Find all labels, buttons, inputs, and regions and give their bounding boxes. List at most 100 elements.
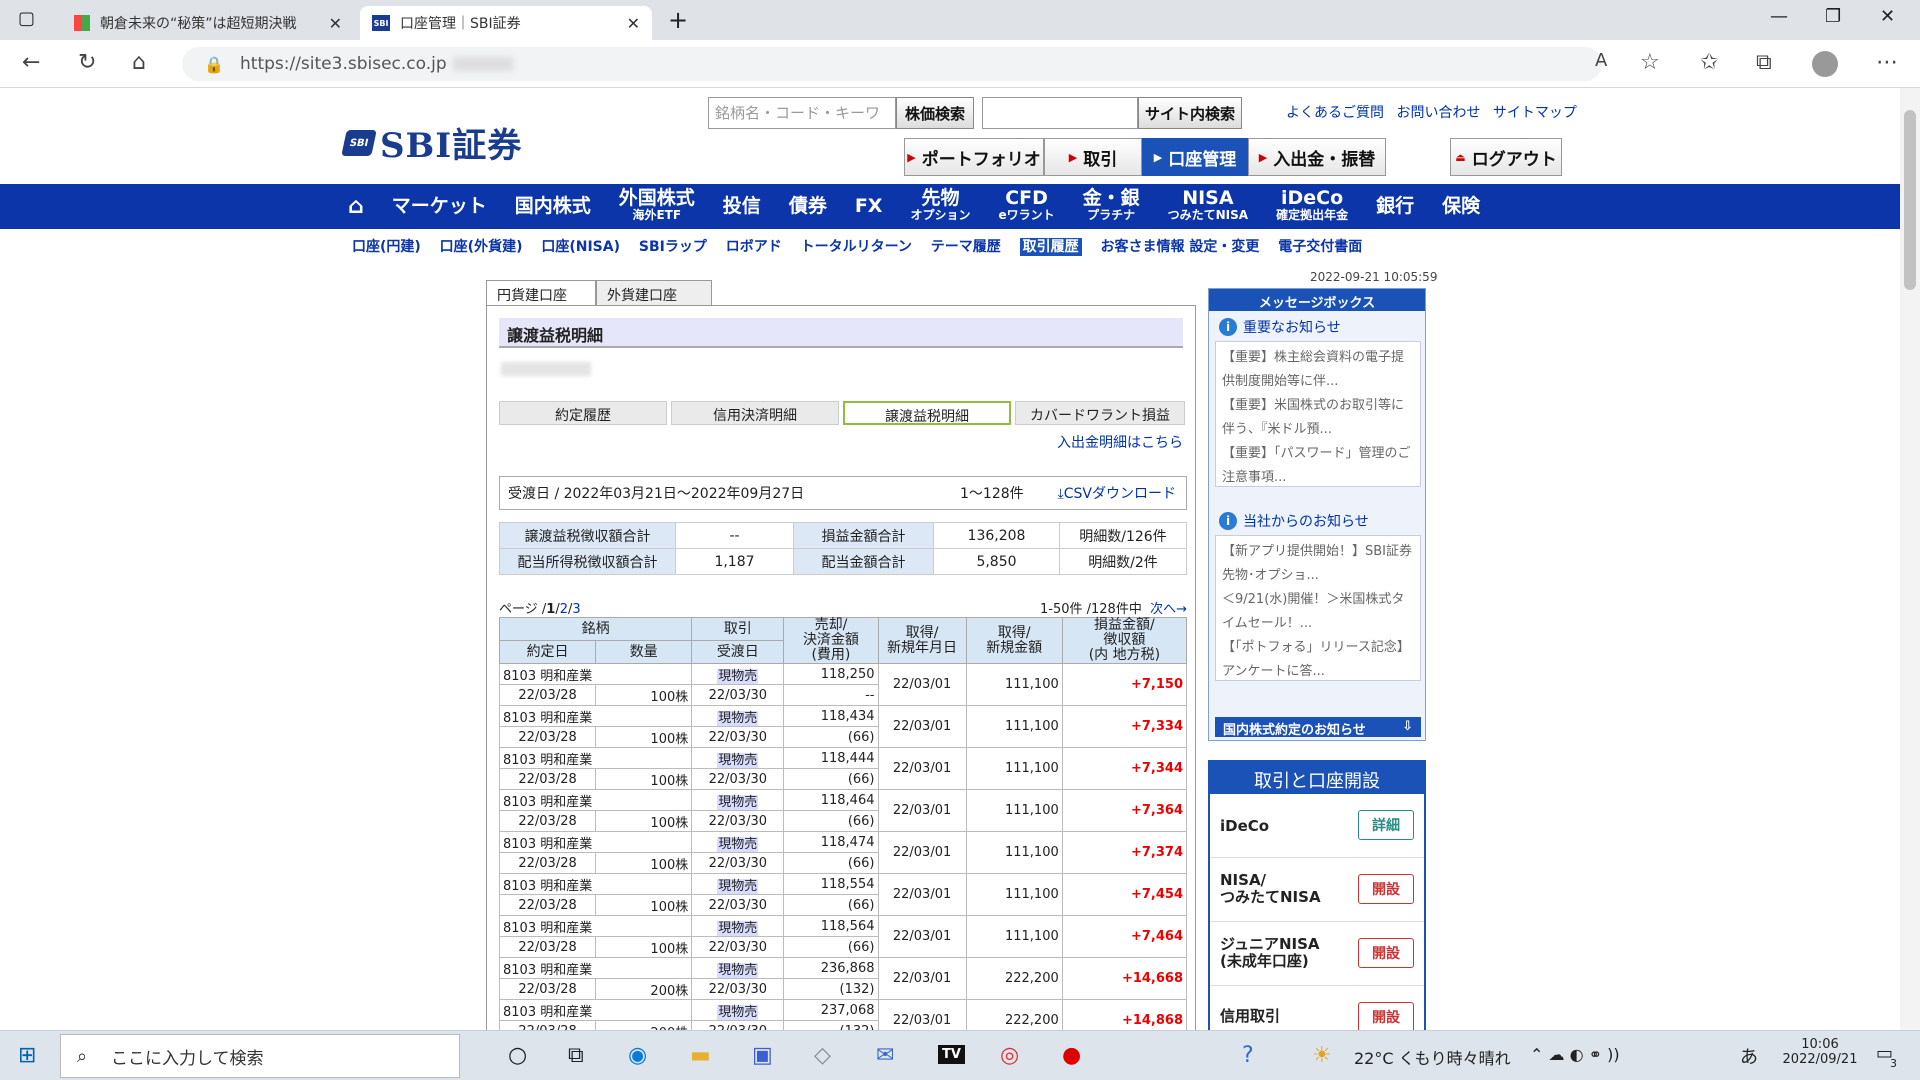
chrome-icon[interactable]: ◎ bbox=[1000, 1043, 1019, 1068]
edge-icon[interactable]: ◉ bbox=[628, 1043, 647, 1068]
trade-button[interactable]: ▶ 取引 bbox=[1044, 138, 1142, 176]
subnav-link[interactable]: 口座(外貨建) bbox=[440, 239, 523, 255]
site-search-input[interactable] bbox=[982, 97, 1138, 129]
gnav-item[interactable]: iDeCo 確定拠出年金 bbox=[1276, 188, 1348, 224]
tab-actions-icon[interactable]: ▢ bbox=[18, 8, 35, 29]
store-icon[interactable]: ▣ bbox=[752, 1043, 773, 1068]
gnav-item[interactable]: 銀行 bbox=[1376, 197, 1414, 216]
deposit-button[interactable]: ▶ 入出金・振替 bbox=[1248, 138, 1386, 176]
weather-text[interactable]: 22°C くもり時々晴れ bbox=[1354, 1045, 1511, 1069]
gnav-item[interactable]: NISA つみたてNISA bbox=[1168, 188, 1248, 224]
gnav-item[interactable]: 債券 bbox=[789, 197, 827, 216]
tradingview-icon[interactable]: TV bbox=[938, 1045, 965, 1064]
sbi-logo[interactable]: SBI SBI証券 bbox=[341, 118, 522, 167]
message-item[interactable]: 【重要】株主総会資料の電子提供制度開始等に伴... bbox=[1222, 346, 1414, 394]
subnav-link[interactable]: SBIラップ bbox=[639, 239, 707, 255]
new-tab-icon[interactable]: + bbox=[668, 6, 688, 34]
stock-name[interactable]: 8103 明和産業 bbox=[498, 747, 693, 769]
read-aloud-icon[interactable]: A bbox=[1595, 50, 1607, 71]
open-button[interactable]: 開設 bbox=[1358, 874, 1414, 904]
close-tab-icon[interactable]: ✕ bbox=[329, 14, 342, 33]
subtab-execution-history[interactable]: 約定履歴 bbox=[499, 401, 667, 425]
stock-name[interactable]: 8103 明和産業 bbox=[498, 957, 693, 979]
stock-name[interactable]: 8103 明和産業 bbox=[498, 789, 693, 811]
subnav-link[interactable]: 口座(NISA) bbox=[541, 239, 620, 255]
subnav-link[interactable]: テーマ履歴 bbox=[931, 239, 1001, 255]
favorite-icon[interactable]: ☆ bbox=[1640, 50, 1660, 75]
stock-search-input[interactable]: 銘柄名・コード・キーワ bbox=[708, 97, 896, 129]
pager-link[interactable]: 2 bbox=[560, 602, 568, 617]
browser-tab-2[interactable]: SBI 口座管理｜SBI証券 ✕ bbox=[360, 6, 652, 40]
gnav-item[interactable]: 国内株式 bbox=[515, 197, 591, 216]
open-button[interactable]: 開設 bbox=[1358, 938, 1414, 968]
pager-link[interactable]: 3 bbox=[572, 602, 580, 617]
explorer-icon[interactable]: ▬ bbox=[690, 1043, 711, 1068]
ime-indicator[interactable]: あ bbox=[1740, 1043, 1758, 1069]
portfolio-button[interactable]: ▶ ポートフォリオ bbox=[904, 138, 1044, 176]
profile-avatar[interactable] bbox=[1812, 51, 1838, 77]
subnav-link[interactable]: 電子交付書面 bbox=[1278, 239, 1362, 255]
message-item[interactable]: 【重要】「パスワード」管理のご注意事項... bbox=[1222, 442, 1414, 490]
gnav-item[interactable]: マーケット bbox=[392, 197, 487, 216]
stock-name[interactable]: 8103 明和産業 bbox=[498, 999, 693, 1021]
home-icon[interactable]: ⌂ bbox=[132, 50, 146, 75]
logout-button[interactable]: ⏏ ログアウト bbox=[1450, 138, 1562, 176]
subnav-link[interactable]: ロボアド bbox=[726, 239, 782, 255]
message-item[interactable]: 【新アプリ提供開始！】SBI証券 先物･オプショ... bbox=[1222, 540, 1414, 588]
important-link[interactable]: 重要なお知らせ bbox=[1243, 317, 1341, 337]
minimize-icon[interactable]: — bbox=[1770, 6, 1788, 27]
close-tab-icon[interactable]: ✕ bbox=[627, 14, 640, 33]
dropbox-icon[interactable]: ◇ bbox=[814, 1043, 831, 1068]
tab-yen-account[interactable]: 円貨建口座 bbox=[486, 280, 596, 306]
url-field[interactable]: 🔒 https://site3.sbisec.co.jp bbox=[182, 47, 1602, 81]
account-button[interactable]: ▶ 口座管理 bbox=[1142, 138, 1248, 176]
gnav-item[interactable]: 外国株式 海外ETF bbox=[619, 188, 695, 224]
page-scrollbar[interactable] bbox=[1900, 88, 1920, 1030]
app-icon[interactable]: ● bbox=[1062, 1043, 1081, 1068]
stock-name[interactable]: 8103 明和産業 bbox=[498, 663, 693, 685]
subnav-link-current[interactable]: 取引履歴 bbox=[1019, 238, 1082, 256]
stock-name[interactable]: 8103 明和産業 bbox=[498, 873, 693, 895]
tray-icons[interactable]: ⌃ ☁ ◐ ⚭ )) bbox=[1530, 1045, 1620, 1064]
open-button[interactable]: 開設 bbox=[1358, 1002, 1414, 1030]
favorites-list-icon[interactable]: ✩ bbox=[1700, 50, 1718, 75]
stock-name[interactable]: 8103 明和産業 bbox=[498, 831, 693, 853]
back-icon[interactable]: ← bbox=[22, 50, 40, 75]
site-search-button[interactable]: サイト内検索 bbox=[1138, 97, 1242, 129]
tab-foreign-account[interactable]: 外貨建口座 bbox=[596, 280, 712, 306]
stock-search-button[interactable]: 株価検索 bbox=[896, 97, 974, 129]
deposit-detail-link[interactable]: 入出金明細はこちら bbox=[1057, 432, 1183, 452]
gnav-item[interactable]: 金・銀 プラチナ bbox=[1083, 188, 1140, 224]
stock-name[interactable]: 8103 明和産業 bbox=[498, 915, 693, 937]
help-icon[interactable]: ? bbox=[1242, 1043, 1254, 1068]
cortana-icon[interactable]: ○ bbox=[508, 1043, 527, 1068]
subnav-link[interactable]: お客さま情報 設定・変更 bbox=[1101, 239, 1260, 255]
subtab-covered-warrant[interactable]: カバードワラント損益 bbox=[1015, 401, 1185, 425]
sitemap-link[interactable]: サイトマップ bbox=[1493, 105, 1577, 121]
company-link[interactable]: 当社からのお知らせ bbox=[1243, 511, 1369, 531]
faq-link[interactable]: よくあるご質問 bbox=[1286, 105, 1384, 121]
subnav-link[interactable]: 口座(円建) bbox=[352, 239, 421, 255]
gnav-item[interactable]: CFD eワラント bbox=[998, 188, 1054, 224]
subnav-link[interactable]: トータルリターン bbox=[801, 239, 912, 255]
clock[interactable]: 10:06 2022/09/21 bbox=[1780, 1037, 1860, 1067]
execution-notice-bar[interactable]: 国内株式約定のお知らせ ⇩ bbox=[1215, 717, 1421, 738]
windows-start-icon[interactable]: ⊞ bbox=[18, 1043, 36, 1068]
collections-icon[interactable]: ⧉ bbox=[1756, 50, 1772, 75]
close-window-icon[interactable]: ✕ bbox=[1880, 6, 1895, 27]
scrollbar-thumb[interactable] bbox=[1904, 110, 1916, 290]
csv-download-link[interactable]: ⤓CSVダウンロード bbox=[1058, 483, 1176, 503]
task-view-icon[interactable]: ⧉ bbox=[568, 1043, 584, 1068]
browser-tab-1[interactable]: 朝倉未来の“秘策”は超短期決戦 ✕ bbox=[62, 6, 354, 40]
more-icon[interactable]: ⋯ bbox=[1876, 50, 1898, 75]
taskbar-search[interactable]: ⌕ ここに入力して検索 bbox=[60, 1034, 460, 1078]
message-item[interactable]: 【「ポトフォる」リリース記念】アンケートに答... bbox=[1222, 636, 1414, 684]
gnav-item[interactable]: FX bbox=[855, 197, 883, 216]
contact-link[interactable]: お問い合わせ bbox=[1396, 105, 1480, 121]
home-nav-icon[interactable]: ⌂ bbox=[348, 196, 364, 218]
message-item[interactable]: 【重要】米国株式のお取引等に伴う、『米ドル預... bbox=[1222, 394, 1414, 442]
subtab-capital-gains-tax[interactable]: 譲渡益税明細 bbox=[843, 401, 1011, 425]
detail-button[interactable]: 詳細 bbox=[1358, 810, 1414, 840]
gnav-item[interactable]: 投信 bbox=[723, 197, 761, 216]
message-item[interactable]: ＜9/21(水)開催！＞米国株式タイムセール！... bbox=[1222, 588, 1414, 636]
